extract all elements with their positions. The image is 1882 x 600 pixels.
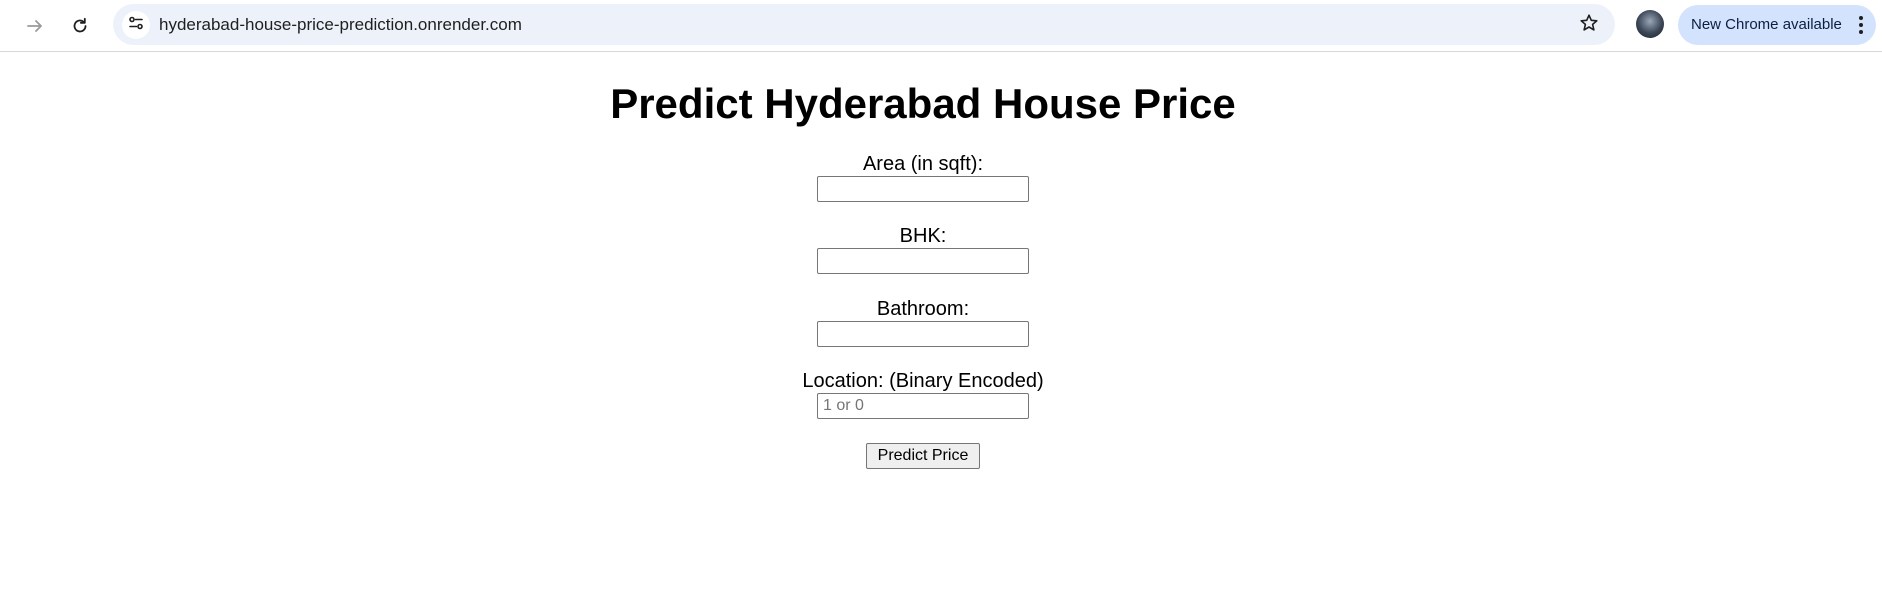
three-dots-vertical-icon[interactable] xyxy=(1856,14,1866,36)
bhk-label: BHK: xyxy=(899,225,947,247)
bookmark-button[interactable] xyxy=(1577,13,1601,37)
page-content: Predict Hyderabad House Price Area (in s… xyxy=(0,53,1882,600)
forward-button[interactable] xyxy=(17,8,53,44)
bathroom-input[interactable] xyxy=(817,321,1029,347)
area-label: Area (in sqft): xyxy=(862,153,984,175)
predict-price-button[interactable]: Predict Price xyxy=(866,443,980,469)
address-bar[interactable]: hyderabad-house-price-prediction.onrende… xyxy=(113,4,1615,45)
forward-arrow-icon xyxy=(25,16,45,36)
page-title: Predict Hyderabad House Price xyxy=(610,80,1236,127)
location-input[interactable] xyxy=(817,393,1029,419)
site-info-button[interactable] xyxy=(122,11,150,39)
update-chip-label: New Chrome available xyxy=(1691,16,1842,33)
bathroom-label: Bathroom: xyxy=(876,298,970,320)
url-text[interactable]: hyderabad-house-price-prediction.onrende… xyxy=(159,15,522,35)
update-chrome-button[interactable]: New Chrome available xyxy=(1678,5,1876,45)
profile-avatar[interactable] xyxy=(1636,10,1664,38)
reload-button[interactable] xyxy=(62,8,98,44)
tune-icon xyxy=(127,14,145,37)
star-icon xyxy=(1579,13,1599,38)
reload-icon xyxy=(70,16,90,36)
browser-toolbar: hyderabad-house-price-prediction.onrende… xyxy=(0,0,1882,52)
area-input[interactable] xyxy=(817,176,1029,202)
location-label: Location: (Binary Encoded) xyxy=(802,370,1044,392)
bhk-input[interactable] xyxy=(817,248,1029,274)
